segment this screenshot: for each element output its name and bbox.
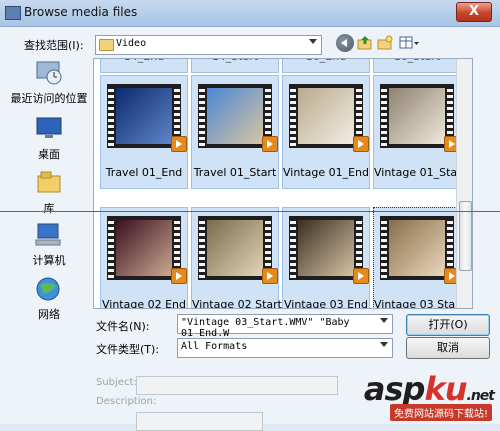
- file-tile[interactable]: Vintage 01_End: [282, 75, 370, 189]
- file-tile[interactable]: Vintage 02 End: [100, 207, 188, 309]
- file-tile-partial[interactable]: 16_End: [282, 59, 370, 73]
- cancel-button[interactable]: 取消: [406, 337, 490, 359]
- file-label: 14_Start: [192, 59, 278, 63]
- file-tile[interactable]: Travel 01_Start: [191, 75, 279, 189]
- computer-icon: [34, 222, 64, 248]
- file-label: Travel 01_Start: [193, 166, 277, 179]
- vertical-scrollbar[interactable]: [456, 59, 472, 308]
- place-label: 网络: [38, 308, 60, 321]
- filetype-value: All Formats: [181, 341, 248, 352]
- file-label: 16_End: [283, 59, 369, 63]
- new-folder-icon[interactable]: [376, 34, 394, 52]
- file-tile-partial[interactable]: 14_End: [100, 59, 188, 73]
- network-icon: [34, 276, 64, 302]
- place-label: 库: [43, 202, 55, 215]
- video-thumbnail-icon: [198, 84, 272, 148]
- file-tile[interactable]: Vintage 02 Start: [191, 207, 282, 309]
- file-list[interactable]: 14_End 14_Start 16_End 16_Start Travel 01_En…: [93, 58, 473, 309]
- up-folder-icon[interactable]: [356, 34, 374, 52]
- video-thumbnail-icon: [289, 84, 363, 148]
- play-overlay-icon: [171, 268, 187, 284]
- places-bar: 最近访问的位置 桌面 库 计算机 网络: [6, 58, 92, 321]
- look-in-combo[interactable]: Video: [95, 35, 322, 55]
- video-thumbnail-icon: [289, 216, 363, 280]
- video-thumbnail-icon: [198, 216, 272, 280]
- recent-places-icon: [34, 60, 64, 86]
- place-recent[interactable]: 最近访问的位置: [6, 60, 92, 106]
- filename-label: 文件名(N):: [96, 320, 150, 333]
- window-title: Browse media files: [24, 5, 138, 19]
- place-label: 最近访问的位置: [10, 92, 88, 105]
- libraries-icon: [34, 170, 64, 196]
- watermark-logo: aspku.net: [363, 370, 495, 408]
- file-label: Vintage 01_End: [283, 166, 370, 179]
- app-icon: [5, 6, 21, 20]
- file-label: Vintage 03 Start: [374, 298, 464, 309]
- subject-label: Subject:: [96, 377, 137, 388]
- file-label: Vintage 01_Start: [374, 166, 466, 179]
- filetype-label: 文件类型(T):: [96, 343, 160, 356]
- watermark-subtitle: 免费网站源码下载站!: [389, 404, 492, 421]
- video-thumbnail-icon: [380, 84, 454, 148]
- title-bar: Browse media files X: [0, 0, 500, 27]
- file-tile-partial[interactable]: 14_Start: [191, 59, 279, 73]
- file-label: 16_Start: [374, 59, 460, 63]
- play-overlay-icon: [262, 268, 278, 284]
- video-thumbnail-icon: [380, 216, 454, 280]
- description-field: [136, 412, 263, 431]
- folder-icon: [99, 39, 114, 51]
- subject-field: [136, 376, 338, 395]
- close-button[interactable]: X: [456, 2, 492, 22]
- file-tile[interactable]: Travel 01_End: [100, 75, 188, 189]
- file-label: Vintage 02 Start: [192, 298, 282, 309]
- place-label: 桌面: [38, 148, 60, 161]
- video-thumbnail-icon: [107, 216, 181, 280]
- desktop-icon: [34, 116, 64, 142]
- chevron-down-icon[interactable]: [380, 342, 388, 347]
- look-in-label: 查找范围(I):: [24, 39, 84, 52]
- back-icon[interactable]: [336, 34, 354, 52]
- file-label: Vintage 02 End: [101, 298, 186, 309]
- description-label: Description:: [96, 396, 157, 407]
- place-label: 计算机: [32, 254, 66, 267]
- play-overlay-icon: [353, 136, 369, 152]
- place-desktop[interactable]: 桌面: [6, 116, 92, 162]
- play-overlay-icon: [171, 136, 187, 152]
- file-tile-partial[interactable]: 16_Start: [373, 59, 461, 73]
- place-libraries[interactable]: 库: [6, 170, 92, 216]
- divider-line: [0, 211, 500, 212]
- file-tile[interactable]: Vintage 01_Start: [373, 75, 466, 189]
- file-label: 14_End: [101, 59, 187, 63]
- file-tile[interactable]: Vintage 03 Start: [373, 207, 464, 309]
- filename-combo[interactable]: "Vintage 03_Start.WMV" "Baby 01_End.W: [177, 314, 393, 339]
- filetype-combo[interactable]: All Formats: [177, 338, 393, 358]
- file-label: Vintage 03 End: [283, 298, 368, 309]
- play-overlay-icon: [353, 268, 369, 284]
- look-in-value: Video: [116, 38, 147, 49]
- filename-value: "Vintage 03_Start.WMV" "Baby 01_End.W: [181, 317, 350, 339]
- chevron-down-icon[interactable]: [380, 318, 388, 323]
- file-label: Travel 01_End: [105, 166, 183, 179]
- play-overlay-icon: [262, 136, 278, 152]
- file-tile[interactable]: Vintage 03 End: [282, 207, 370, 309]
- chevron-down-icon[interactable]: [309, 39, 317, 44]
- video-thumbnail-icon: [107, 84, 181, 148]
- place-computer[interactable]: 计算机: [6, 222, 92, 268]
- view-menu-icon[interactable]: [398, 34, 420, 52]
- open-button[interactable]: 打开(O): [406, 314, 490, 336]
- place-network[interactable]: 网络: [6, 276, 92, 322]
